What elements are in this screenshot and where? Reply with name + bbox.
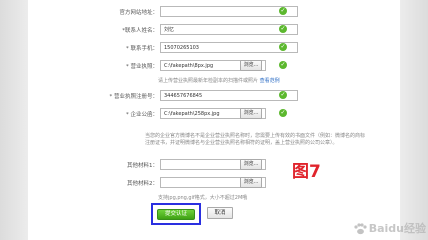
contact-name-label: *联系人姓名： — [122, 28, 158, 34]
seal-label: * 企业公函： — [126, 112, 158, 118]
license-hint-text: 请上传营业执照最新年检副本的扫描件或照片 — [158, 78, 260, 84]
baidu-paw-icon — [354, 223, 367, 235]
reg-no-input[interactable]: 344657676845 — [160, 90, 298, 101]
website-input[interactable] — [160, 6, 298, 17]
website-label: 官方网站地址： — [119, 10, 158, 16]
other2-label: 其他材料2： — [127, 181, 158, 187]
check-icon: ✓ — [279, 91, 287, 99]
check-icon: ✓ — [279, 61, 287, 69]
contact-name-input[interactable]: 刘忆 — [160, 24, 298, 35]
view-example-link[interactable]: 查看范例 — [260, 78, 280, 84]
notice-text: 当您的企业官方微博名不是企业营业执照名称时，您需要上传有效的书面文件（例如：微博… — [145, 133, 366, 146]
phone-label: * 联系手机： — [126, 46, 158, 52]
form-panel: 官方网站地址： ✓ *联系人姓名： 刘忆 ✓ * 联系手机： 150702651… — [28, 0, 400, 240]
check-icon: ✓ — [279, 7, 287, 15]
submit-highlight-box: 提交认证 — [151, 203, 201, 225]
reg-no-label: * 营业执照注册号： — [109, 94, 159, 100]
other1-label: 其他材料1： — [127, 163, 158, 169]
figure-annotation: 图7 — [292, 162, 321, 182]
check-icon: ✓ — [279, 25, 287, 33]
seal-browse-button[interactable]: 浏览... — [240, 108, 262, 119]
right-gutter — [400, 0, 428, 240]
license-hint: 请上传营业执照最新年检副本的扫描件或照片 查看范例 — [158, 77, 280, 84]
watermark-text: Baidu经验 — [368, 222, 426, 235]
other2-browse-button[interactable]: 浏览... — [240, 177, 262, 188]
license-browse-button[interactable]: 浏览... — [240, 60, 262, 71]
license-label: * 营业执照： — [126, 64, 158, 70]
phone-input[interactable]: 15070265103 — [160, 42, 298, 53]
cancel-button[interactable]: 取消 — [207, 207, 233, 219]
submit-button[interactable]: 提交认证 — [157, 209, 195, 220]
other1-browse-button[interactable]: 浏览... — [240, 159, 262, 170]
check-icon: ✓ — [279, 43, 287, 51]
watermark: Baidu经验 — [353, 220, 426, 236]
left-gutter — [0, 0, 28, 240]
check-icon: ✓ — [279, 109, 287, 117]
file-format-hint: 支持jpg,png,gif格式，大小不超过2M哦 — [158, 195, 248, 201]
